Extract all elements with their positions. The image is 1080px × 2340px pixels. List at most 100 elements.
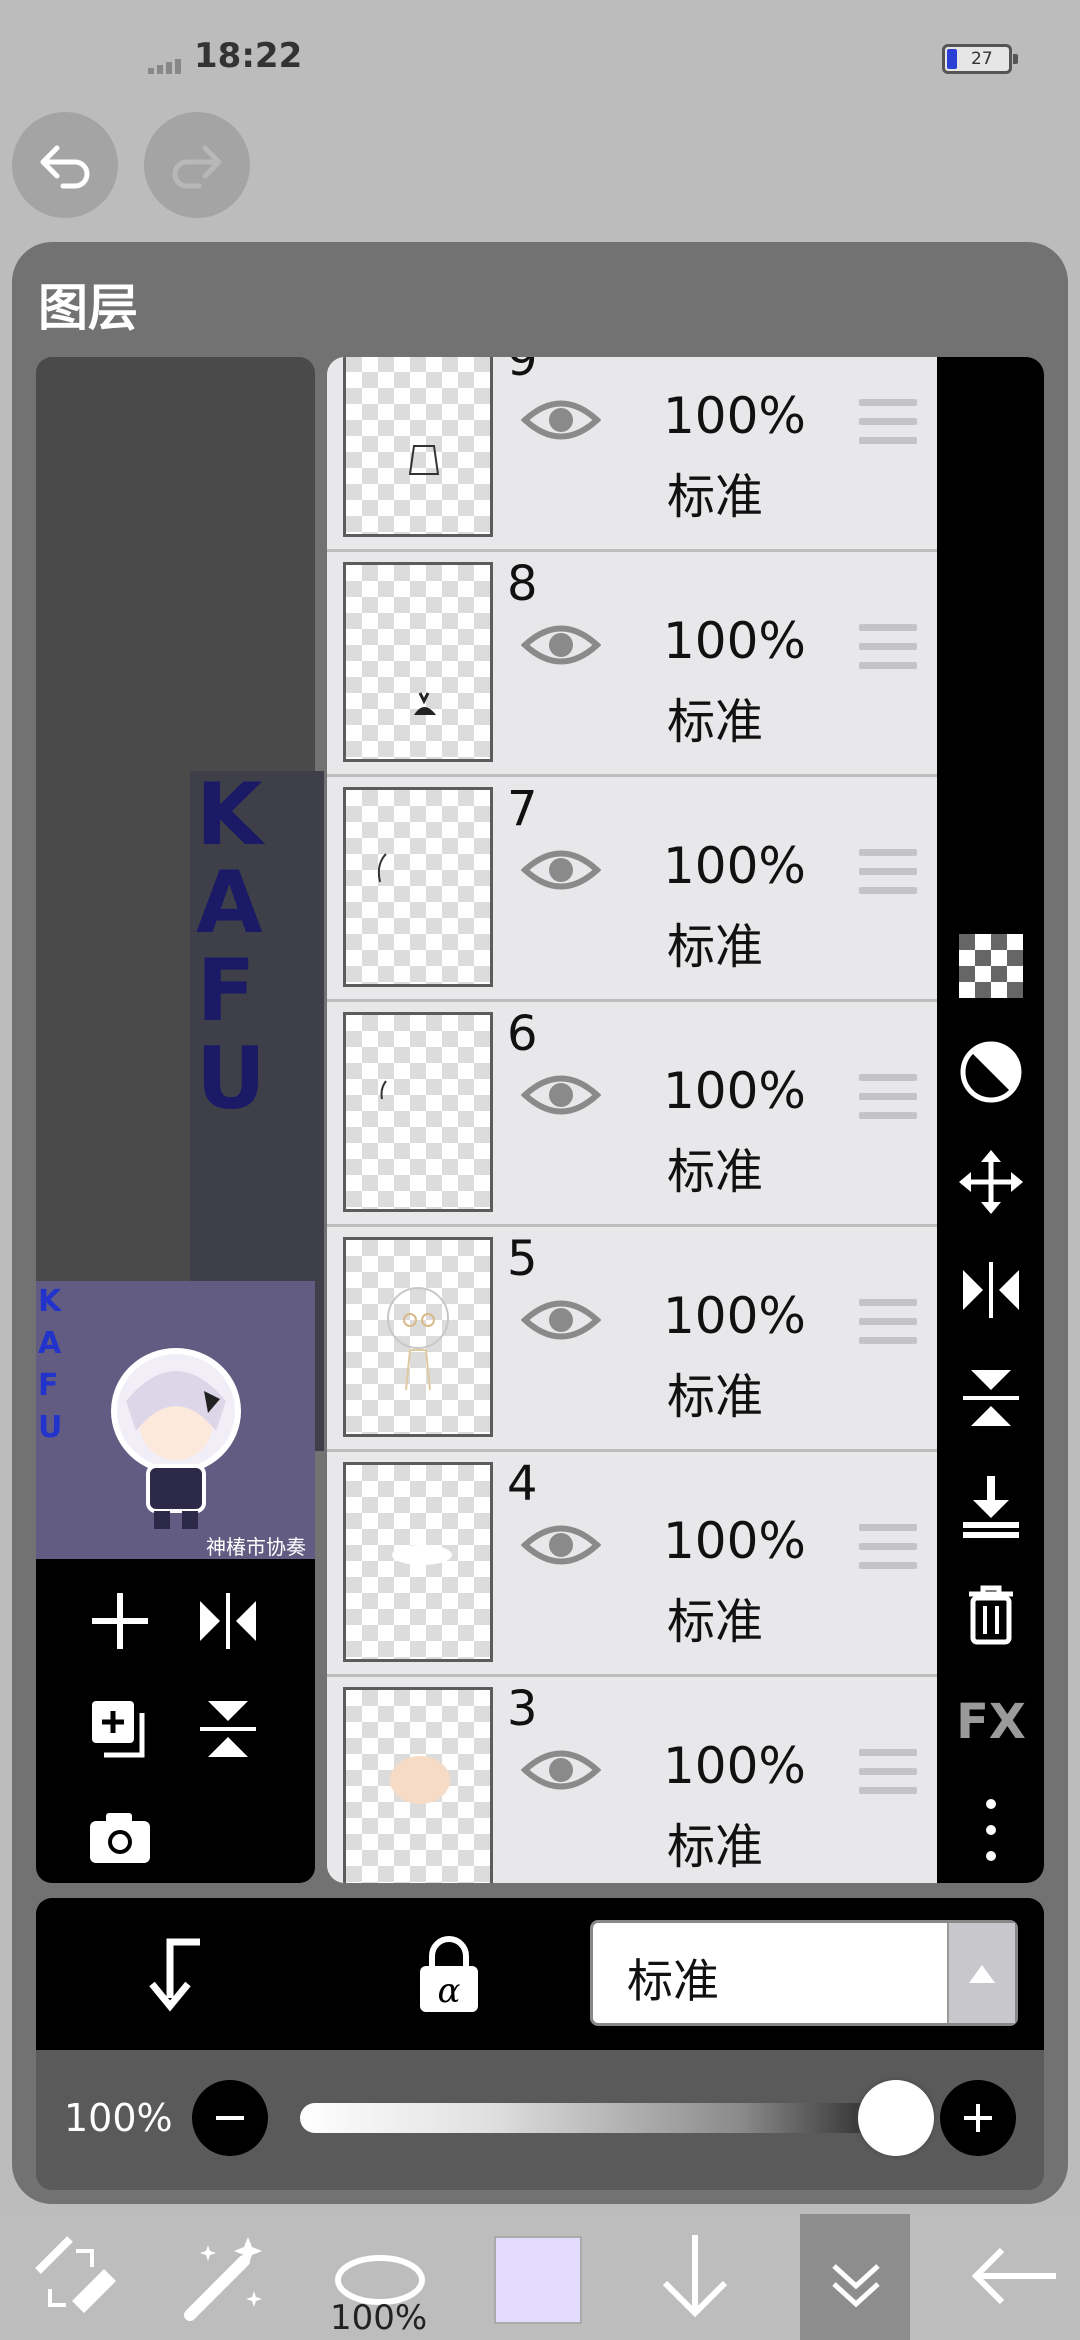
add-layer-button[interactable] xyxy=(84,1585,156,1657)
flip-layer-horizontal-button[interactable] xyxy=(192,1585,264,1657)
brush-size-value: 100% xyxy=(330,2298,428,2338)
layer-thumbnail xyxy=(343,1687,493,1883)
arrow-down-icon xyxy=(662,2235,728,2318)
layer-opacity: 100% xyxy=(663,1512,806,1570)
layer-number: 4 xyxy=(507,1456,538,1512)
alpha-lock-button[interactable]: α xyxy=(414,1936,484,2020)
visibility-eye-icon[interactable] xyxy=(521,1295,601,1345)
fx-button[interactable]: FX xyxy=(955,1686,1027,1758)
redo-button[interactable] xyxy=(144,112,250,218)
opacity-increase-button[interactable] xyxy=(940,2080,1016,2156)
layer-opacity: 100% xyxy=(663,837,806,895)
color-swatch-button[interactable] xyxy=(494,2236,582,2324)
flip-vertical-icon xyxy=(963,1370,1019,1426)
tool-switch-button[interactable] xyxy=(20,2222,130,2330)
duplicate-icon xyxy=(92,1701,145,1758)
clip-arrow-icon xyxy=(149,1938,200,2012)
flip-vertical-icon xyxy=(200,1701,256,1757)
plus-icon xyxy=(964,2104,992,2132)
layer-number: 8 xyxy=(507,556,538,612)
layer-row[interactable]: 6 100% 标准 xyxy=(327,1002,937,1227)
opacity-slider-knob[interactable] xyxy=(858,2080,934,2156)
move-layer-button[interactable] xyxy=(955,1146,1027,1218)
layer-thumbnail xyxy=(343,562,493,762)
layer-actions-column xyxy=(937,357,1044,1883)
layer-blend-mode: 标准 xyxy=(667,919,764,975)
visibility-eye-icon[interactable] xyxy=(521,395,601,445)
merge-down-icon xyxy=(963,1476,1019,1538)
drag-handle-icon[interactable] xyxy=(859,849,917,906)
layer-opacity: 100% xyxy=(663,1287,806,1345)
layer-number: 6 xyxy=(507,1006,538,1062)
opacity-decrease-button[interactable] xyxy=(192,2080,268,2156)
blend-mode-value: 标准 xyxy=(627,1954,719,2008)
more-options-button[interactable] xyxy=(955,1794,1027,1866)
layer-row[interactable]: 9 100% 标准 xyxy=(327,357,937,552)
trash-icon xyxy=(969,1585,1013,1645)
flip-vertical-button[interactable] xyxy=(955,1362,1027,1434)
flip-horizontal-button[interactable] xyxy=(955,1254,1027,1326)
battery-icon: 27 xyxy=(942,44,1018,74)
flip-layer-vertical-button[interactable] xyxy=(192,1693,264,1765)
layer-number: 7 xyxy=(507,781,538,837)
signal-icon xyxy=(148,59,181,74)
drag-handle-icon[interactable] xyxy=(859,1749,917,1806)
transparency-button[interactable] xyxy=(955,930,1027,1002)
visibility-eye-icon[interactable] xyxy=(521,1745,601,1795)
checker-icon xyxy=(959,934,1023,998)
chevron-double-down-icon xyxy=(832,2264,880,2308)
alpha-lock-icon: α xyxy=(420,1936,478,2012)
dropdown-arrow-icon[interactable] xyxy=(947,1923,1015,2023)
layer-row[interactable]: 8 100% 标准 xyxy=(327,552,937,777)
layer-opacity: 100% xyxy=(663,1737,806,1795)
layer-opacity: 100% xyxy=(663,1062,806,1120)
panel-title: 图层 xyxy=(38,279,138,337)
layer-blend-mode: 标准 xyxy=(667,1369,764,1425)
clip-button[interactable] xyxy=(140,1936,212,2020)
visibility-eye-icon[interactable] xyxy=(521,620,601,670)
move-icon xyxy=(959,1150,1023,1214)
merge-down-button[interactable] xyxy=(955,1470,1027,1542)
layer-thumbnail xyxy=(343,357,493,537)
drag-handle-icon[interactable] xyxy=(859,1524,917,1581)
layer-number: 5 xyxy=(507,1231,538,1287)
opacity-slider-track[interactable] xyxy=(300,2103,930,2133)
layers-toggle-button[interactable] xyxy=(800,2214,910,2340)
camera-button[interactable] xyxy=(84,1801,156,1873)
camera-icon xyxy=(90,1813,150,1863)
blend-mode-select[interactable]: 标准 xyxy=(590,1920,1018,2026)
preview-caption: 神椿市协奏中 xyxy=(206,1535,306,1559)
layer-row[interactable]: 5 100% 标准 xyxy=(327,1227,937,1452)
strip-text: KAFU xyxy=(196,765,266,1129)
layer-down-button[interactable] xyxy=(640,2222,750,2330)
drag-handle-icon[interactable] xyxy=(859,399,917,456)
brush-size-icon xyxy=(335,2255,425,2305)
visibility-eye-icon[interactable] xyxy=(521,845,601,895)
layer-blend-mode: 标准 xyxy=(667,694,764,750)
layer-row[interactable]: 4 100% 标准 xyxy=(327,1452,937,1677)
visibility-eye-icon[interactable] xyxy=(521,1070,601,1120)
brush-eraser-swap-icon xyxy=(35,2236,116,2313)
magic-wand-button[interactable] xyxy=(168,2222,278,2330)
arrow-left-icon xyxy=(971,2247,1056,2305)
drag-handle-icon[interactable] xyxy=(859,1299,917,1356)
layer-thumbnail xyxy=(343,1462,493,1662)
back-button[interactable] xyxy=(960,2222,1070,2330)
canvas-preview[interactable]: KAFU 神椿市协奏中 xyxy=(36,1281,315,1559)
layer-row[interactable]: 3 100% 标准 xyxy=(327,1677,937,1883)
visibility-eye-icon[interactable] xyxy=(521,1520,601,1570)
duplicate-layer-button[interactable] xyxy=(84,1693,156,1765)
delete-layer-button[interactable] xyxy=(955,1578,1027,1650)
undo-button[interactable] xyxy=(12,112,118,218)
preview-side-text: KAFU xyxy=(38,1284,63,1445)
layer-row[interactable]: 7 100% 标准 xyxy=(327,777,937,1002)
layer-thumbnail xyxy=(343,1012,493,1212)
layer-tools xyxy=(36,1559,315,1883)
drag-handle-icon[interactable] xyxy=(859,1074,917,1131)
redo-icon xyxy=(172,145,222,189)
flip-horizontal-icon xyxy=(963,1262,1019,1318)
layer-number: 9 xyxy=(507,357,538,387)
clipping-button[interactable] xyxy=(955,1036,1027,1108)
layer-list[interactable]: 9 100% 标准 8 100% 标准 7 100% 标准 6 100% 标准 xyxy=(327,357,937,1883)
drag-handle-icon[interactable] xyxy=(859,624,917,681)
